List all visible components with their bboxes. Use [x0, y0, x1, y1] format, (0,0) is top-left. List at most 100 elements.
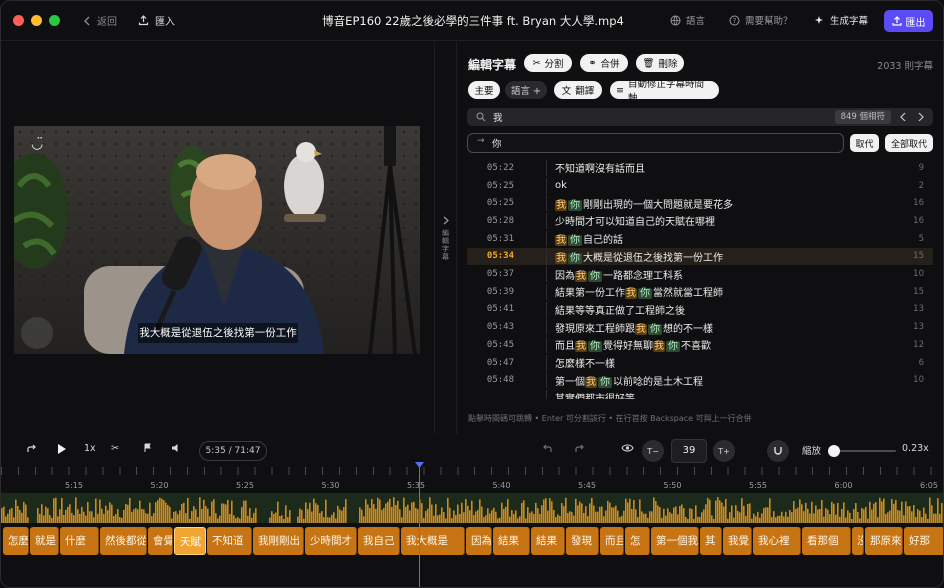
marker-button[interactable] — [143, 443, 152, 453]
help-button[interactable]: ? 需要幫助？ — [729, 13, 793, 27]
row-text[interactable]: ok — [555, 180, 567, 191]
subtitle-row[interactable]: 05:31 我你自己的話 5 — [467, 230, 933, 248]
row-text[interactable]: 結果等等真正做了工程師之後 — [555, 302, 685, 317]
subtitle-row[interactable]: 05:22 不知道啊沒有話而且 9 — [467, 159, 933, 177]
playhead[interactable] — [419, 464, 420, 587]
subtitle-clip[interactable]: 怎麼 — [3, 527, 29, 555]
row-timecode[interactable]: 05:48 — [484, 375, 514, 385]
subtitle-clip[interactable]: 好那 — [904, 527, 943, 555]
row-text[interactable]: 我你剛剛出現的一個大問題就是要花多 — [555, 196, 733, 211]
row-timecode[interactable]: 05:22 — [484, 163, 514, 173]
timeline-ruler[interactable]: 5:15 5:20 5:25 5:30 5:35 5:40 5:45 5:50 5:55 6:00… — [1, 467, 943, 491]
add-language-button[interactable]: 語言 + — [505, 81, 547, 99]
replace-button[interactable]: 取代 — [850, 134, 879, 152]
play-button[interactable] — [57, 443, 67, 455]
subtitle-clip[interactable]: 什麼 — [60, 527, 99, 555]
subtitle-row[interactable]: 05:45 而且我你覺得好無聊我你不喜歡 12 — [467, 336, 933, 354]
row-text[interactable]: 怎麼樣不一樣 — [555, 355, 615, 370]
subtitle-clip[interactable]: 然後都從 — [100, 527, 147, 555]
row-timecode[interactable]: 05:43 — [484, 322, 514, 332]
undo-button[interactable] — [542, 443, 554, 455]
video-preview[interactable]: ◡̈ 我大概是從退伍之後找第一份工作 — [14, 126, 420, 354]
zoom-slider-handle[interactable] — [828, 445, 841, 457]
subtitle-clip[interactable]: 會覺 — [148, 527, 173, 555]
subtitle-clip[interactable]: 我自己 — [358, 527, 400, 555]
close-window-button[interactable] — [13, 15, 24, 26]
row-timecode[interactable]: 05:45 — [484, 340, 514, 350]
subtitle-row[interactable]: 05:25 我你剛剛出現的一個大問題就是要花多 16 — [467, 194, 933, 212]
subtitle-clip[interactable]: 那原來 — [865, 527, 903, 555]
subtitle-clip[interactable]: 我心裡 — [753, 527, 801, 555]
snap-toggle-button[interactable] — [767, 440, 789, 462]
replace-field[interactable]: → 你 — [467, 133, 844, 153]
minimize-window-button[interactable] — [31, 15, 42, 26]
generate-subtitles-button[interactable]: 生成字幕 — [814, 13, 868, 27]
row-text[interactable]: 結果第一份工作我你當然就當工程師 — [555, 284, 723, 300]
row-timecode[interactable]: 05:25 — [484, 198, 514, 208]
subtitle-clip[interactable]: 不知道 — [207, 527, 252, 555]
row-timecode[interactable]: 05:39 — [484, 287, 514, 297]
export-button[interactable]: 匯出 — [884, 10, 933, 32]
redo-edit-button[interactable] — [573, 443, 585, 455]
toggle-visibility-button[interactable] — [621, 443, 634, 453]
subtitle-clip[interactable]: 我剛剛出 — [253, 527, 304, 555]
subtitle-clip[interactable]: 結果 — [493, 527, 530, 555]
replace-input[interactable]: 你 — [492, 136, 502, 150]
subtitle-clip[interactable]: 其 — [700, 527, 722, 555]
delete-button[interactable]: 🗑︎ 刪除 — [636, 54, 684, 72]
subtitle-clip[interactable]: 怎 — [625, 527, 650, 555]
import-button[interactable]: 匯入 — [138, 13, 175, 28]
auto-fix-timeline-button[interactable]: ≡ 自動修正字幕時間軸 — [610, 79, 719, 104]
subtitle-row[interactable]: 05:47 怎麼樣不一樣 6 — [467, 354, 933, 372]
subtitle-clip[interactable]: 我覺 — [723, 527, 752, 555]
search-bar[interactable]: 我 849 個相符 — [467, 108, 933, 126]
row-timecode[interactable]: 05:37 — [484, 269, 514, 279]
volume-button[interactable] — [171, 443, 182, 453]
subtitle-row[interactable]: 05:34 我你大概是從退伍之後找第一份工作 15 — [467, 247, 933, 266]
row-text[interactable]: 我你自己的話 — [555, 231, 623, 247]
subtitle-row[interactable]: 05:28 少時間才可以知道自己的天賦在哪裡 16 — [467, 212, 933, 230]
row-timecode[interactable]: 05:47 — [484, 358, 514, 368]
next-match-icon[interactable] — [917, 112, 925, 122]
subtitle-clip[interactable]: 看那個 — [802, 527, 851, 555]
subtitle-clip[interactable]: 我大概是 — [401, 527, 465, 555]
row-text[interactable]: 不知道啊沒有話而且 — [555, 160, 645, 175]
zoom-slider[interactable] — [831, 450, 896, 452]
translate-button[interactable]: 文 翻譯 — [554, 81, 602, 99]
row-timecode[interactable]: 05:25 — [484, 181, 514, 191]
search-input[interactable]: 我 — [493, 110, 503, 124]
subtitle-clip[interactable]: 而且 — [600, 527, 624, 555]
subtitle-clip[interactable]: 因為 — [466, 527, 492, 555]
redo-button[interactable] — [25, 443, 37, 455]
subtitle-row[interactable]: 05:43 發現原來工程師跟我你想的不一樣 13 — [467, 318, 933, 336]
increase-font-button[interactable]: T+ — [713, 440, 735, 462]
row-text[interactable]: 我你大概是從退伍之後找第一份工作 — [555, 249, 723, 264]
subtitle-row[interactable]: 05:25 ok 2 — [467, 177, 933, 195]
row-timecode[interactable]: 05:41 — [484, 304, 514, 314]
row-text[interactable]: 因為我你一路都念理工科系 — [555, 267, 683, 282]
row-text[interactable]: 而且我你覺得好無聊我你不喜歡 — [555, 337, 711, 353]
row-timecode[interactable]: 05:34 — [484, 251, 514, 261]
subtitle-clip[interactable]: 沒 — [852, 527, 864, 555]
maximize-window-button[interactable] — [49, 15, 60, 26]
subtitle-row[interactable]: 05:41 結果等等真正做了工程師之後 13 — [467, 301, 933, 319]
audio-waveform[interactable] — [1, 493, 943, 523]
subtitle-clip[interactable]: 發現 — [566, 527, 599, 555]
subtitle-row[interactable]: 05:39 結果第一份工作我你當然就當工程師 15 — [467, 283, 933, 301]
split-button[interactable]: ✂ 分割 — [524, 54, 572, 72]
subtitle-clip[interactable]: 少時間才 — [305, 527, 357, 555]
tab-main[interactable]: 主要 — [468, 81, 500, 99]
subtitle-row[interactable]: 05:48 第一個我你以前唸的是土木工程 10 — [467, 371, 933, 389]
subtitle-clip[interactable]: 就是 — [30, 527, 59, 555]
subtitle-clip[interactable]: 第一個我 — [651, 527, 699, 555]
subtitle-row[interactable]: 05:37 因為我你一路都念理工科系 10 — [467, 265, 933, 283]
subtitle-clip[interactable]: 結果 — [531, 527, 565, 555]
subtitle-clip[interactable]: 天賦 — [174, 527, 206, 555]
row-text[interactable]: 第一個我你以前唸的是土木工程 — [555, 373, 703, 388]
row-text[interactable]: 發現原來工程師跟我你想的不一樣 — [555, 320, 713, 335]
language-button[interactable]: 語言 — [670, 13, 705, 27]
merge-button[interactable]: ⚭ 合併 — [580, 54, 628, 72]
cut-button[interactable]: ✂ — [111, 443, 119, 454]
previous-match-icon[interactable] — [899, 112, 907, 122]
row-timecode[interactable]: 05:31 — [484, 234, 514, 244]
